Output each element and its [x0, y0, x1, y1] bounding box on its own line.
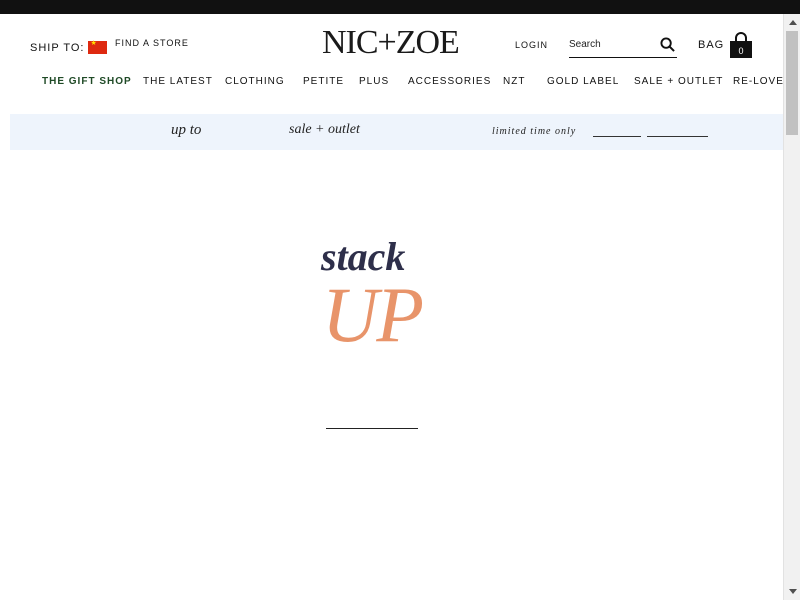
page-scrollbar[interactable] [783, 14, 800, 600]
hero-divider [326, 428, 418, 429]
nav-clothing[interactable]: CLOTHING [225, 76, 285, 87]
login-link[interactable]: LOGIN [515, 40, 548, 50]
brand-logo[interactable]: NIC+ZOE [322, 24, 460, 62]
bag-count: 0 [738, 46, 743, 56]
ship-to-label: SHIP TO: [30, 41, 85, 54]
bag-link[interactable]: BAG [698, 39, 724, 51]
nav-plus[interactable]: PLUS [359, 76, 389, 87]
hero-up-text: UP [322, 271, 424, 358]
china-flag-icon[interactable] [88, 40, 108, 54]
nav-the-latest[interactable]: THE LATEST [143, 76, 213, 87]
site-header: SHIP TO: FIND A STORE NIC+ZOE LOGIN BAG … [0, 14, 791, 114]
search-box [569, 32, 677, 58]
nav-accessories[interactable]: ACCESSORIES [408, 76, 491, 87]
scroll-down-arrow-icon[interactable] [784, 583, 800, 600]
promo-sale-outlet: sale + outlet [289, 122, 360, 137]
find-store-link[interactable]: FIND A STORE [115, 38, 189, 48]
promo-underline-2[interactable] [647, 136, 708, 137]
promo-underline-1[interactable] [593, 136, 641, 137]
promo-banner[interactable]: up to sale + outlet limited time only [10, 114, 783, 150]
ship-to[interactable]: SHIP TO: [30, 40, 108, 54]
search-input[interactable] [569, 39, 649, 50]
top-bar [0, 0, 800, 14]
nav-nzt[interactable]: NZT [503, 76, 525, 87]
search-icon[interactable] [660, 37, 675, 52]
nav-petite[interactable]: PETITE [303, 76, 344, 87]
nav-gift-shop[interactable]: THE GIFT SHOP [42, 76, 132, 87]
nav-sale-outlet[interactable]: SALE + OUTLET [634, 76, 723, 87]
promo-limited-time: limited time only [492, 126, 577, 137]
main-nav: THE GIFT SHOP THE LATEST CLOTHING PETITE… [0, 76, 791, 92]
promo-up-to: up to [171, 122, 202, 138]
scroll-thumb[interactable] [786, 31, 798, 135]
scroll-up-arrow-icon[interactable] [784, 14, 800, 31]
shopping-bag-icon[interactable]: 0 [729, 32, 753, 58]
nav-gold-label[interactable]: GOLD LABEL [547, 76, 619, 87]
